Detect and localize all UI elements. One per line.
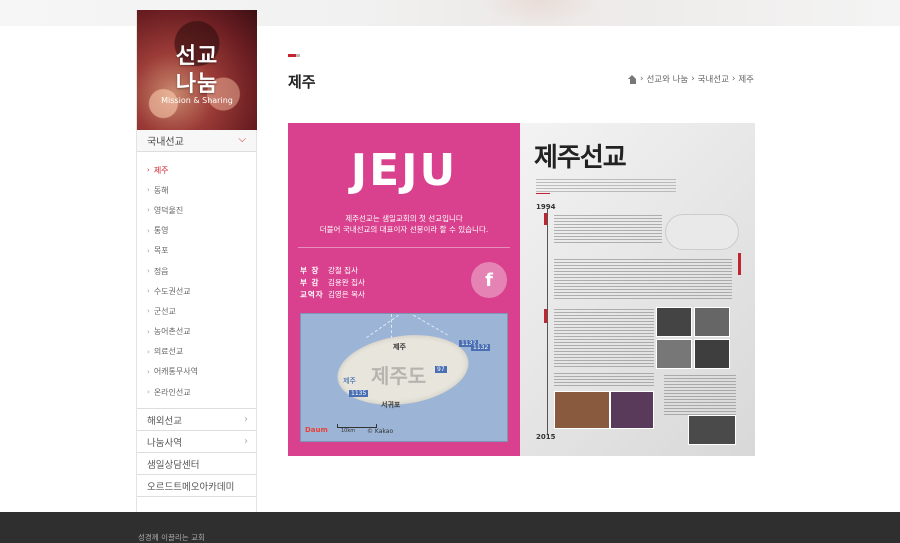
divider xyxy=(298,247,510,248)
staff-row: 교역자 김영은 목사 xyxy=(300,289,365,299)
breadcrumb-sep: › xyxy=(640,74,644,84)
staff-row: 부 장 강철 집사 xyxy=(300,265,358,275)
breadcrumb-item-domestic[interactable]: 국내선교 xyxy=(698,73,729,85)
page-title: 제주 xyxy=(288,73,316,91)
bullet-icon: › xyxy=(147,166,150,175)
road-badge: 1135 xyxy=(349,390,369,397)
bullet-icon: › xyxy=(147,226,150,235)
photo xyxy=(688,415,736,445)
hero-subtitle: Mission & Sharing xyxy=(161,96,233,105)
photo xyxy=(694,339,730,369)
facebook-icon[interactable]: f xyxy=(471,262,507,298)
map-copyright: © Kakao xyxy=(367,428,394,435)
top-band xyxy=(0,0,900,26)
bullet-icon: › xyxy=(147,307,150,316)
staff-list: 부 장 강철 집사 부 감 김용완 집사 교역자 김영은 목사 xyxy=(300,264,365,300)
map-label-north: 제주 xyxy=(393,343,406,351)
bullet-icon: › xyxy=(147,206,150,215)
section-marker xyxy=(738,253,741,275)
footer-text: 성경께 이끌리는 교회 xyxy=(138,533,205,542)
hero-image-strip xyxy=(480,0,600,26)
photo xyxy=(554,391,610,429)
submenu-item-jeju[interactable]: › 제주 xyxy=(147,160,256,180)
bullet-icon: › xyxy=(147,287,150,296)
chevron-right-icon: › xyxy=(244,414,248,426)
submenu-item-medical[interactable]: › 의료선교 xyxy=(147,342,256,362)
sidebar-section-sharing[interactable]: 나눔사역 › xyxy=(137,431,256,454)
jeju-banner: JEJU 제주선교는 샘일교회의 첫 선교입니다 더불어 국내선교의 대표이자 … xyxy=(288,123,755,456)
section-marker xyxy=(544,309,547,323)
chevron-down-icon: ⌵ xyxy=(238,134,246,145)
bullet-icon: › xyxy=(147,186,150,195)
submenu-item-rural[interactable]: › 농어촌선교 xyxy=(147,322,256,342)
text-block xyxy=(664,375,736,415)
breadcrumb-item-current: 제주 xyxy=(738,75,754,85)
map-label-south: 서귀포 xyxy=(381,401,401,409)
right-panel-title: 제주선교 xyxy=(534,143,627,173)
photo xyxy=(656,339,692,369)
accent-line xyxy=(536,193,550,194)
breadcrumb: › 선교와 나눔 › 국내선교 › 제주 xyxy=(628,73,754,85)
timeline-line xyxy=(547,209,548,435)
bullet-icon: › xyxy=(147,246,150,255)
banner-left-panel: JEJU 제주선교는 샘일교회의 첫 선교입니다 더불어 국내선교의 대표이자 … xyxy=(288,123,520,456)
text-block xyxy=(554,215,662,245)
bullet-icon: › xyxy=(147,347,150,356)
submenu-item-mokpo[interactable]: › 목포 xyxy=(147,241,256,261)
banner-big-title: JEJU xyxy=(350,145,458,196)
breadcrumb-item-mission[interactable]: 선교와 나눔 xyxy=(646,73,688,85)
road-badge: 1132 xyxy=(471,344,491,351)
staff-row: 부 감 김용완 집사 xyxy=(300,277,365,287)
text-block xyxy=(554,259,732,299)
submenu: › 제주 › 동해 › 영덕울진 › 통영 › 목포 › 정읍 › 수도권선교 › 군선교 › 농… xyxy=(137,152,256,410)
map-scale-label: 10km xyxy=(341,428,356,434)
map-label-center: 제주도 xyxy=(371,364,427,388)
photo xyxy=(610,391,654,429)
map-label-west: 제주 xyxy=(343,377,356,385)
year-end: 2015 xyxy=(536,433,556,441)
jeju-map[interactable]: 제주 제주도 서귀포 제주 1132 97 1135 1132 Daum 10k… xyxy=(300,313,508,442)
intro-text-block xyxy=(536,179,676,193)
hero-title-line2: 나눔 xyxy=(175,72,219,97)
year-start: 1994 xyxy=(536,203,556,211)
breadcrumb-sep: › xyxy=(691,74,695,84)
bullet-icon: › xyxy=(147,267,150,276)
text-block xyxy=(554,309,654,369)
submenu-item-donghae[interactable]: › 동해 xyxy=(147,180,256,200)
bullet-icon: › xyxy=(147,388,150,397)
submenu-item-online[interactable]: › 온라인선교 xyxy=(147,382,256,402)
jeju-mini-map xyxy=(666,215,738,249)
title-accent-mark xyxy=(288,54,300,57)
map-route-line xyxy=(404,314,448,336)
banner-right-panel: 제주선교 1994 2015 xyxy=(520,123,755,456)
bullet-icon: › xyxy=(147,367,150,376)
breadcrumb-sep: › xyxy=(731,74,736,84)
submenu-item-tongyeong[interactable]: › 통영 xyxy=(147,221,256,241)
daum-logo: Daum xyxy=(305,426,328,434)
text-block xyxy=(554,373,654,387)
photo xyxy=(694,307,730,337)
banner-desc-line2: 더불어 국내선교의 대표이자 선봉이라 할 수 있습니다. xyxy=(319,225,489,234)
sidebar-section-academy[interactable]: 오르드트메오아카데미 xyxy=(137,475,256,498)
photo xyxy=(656,307,692,337)
submenu-item-capital[interactable]: › 수도권선교 xyxy=(147,281,256,301)
sidebar-section-domestic[interactable]: 국내선교 ⌵ xyxy=(137,130,256,152)
footer: 성경께 이끌리는 교회 xyxy=(0,512,900,543)
road-badge: 97 xyxy=(435,366,447,373)
banner-desc-line1: 제주선교는 샘일교회의 첫 선교입니다 xyxy=(345,214,463,223)
submenu-item-ministry[interactable]: › 어캐통무사역 xyxy=(147,362,256,382)
sidebar: 선교 나눔 Mission & Sharing 국내선교 ⌵ › 제주 › 동해 ›… xyxy=(136,10,257,514)
submenu-item-jeongeup[interactable]: › 정읍 xyxy=(147,261,256,281)
sidebar-section-overseas[interactable]: 해외선교 › xyxy=(137,409,256,432)
bullet-icon: › xyxy=(147,327,150,336)
home-icon[interactable] xyxy=(628,74,637,84)
sidebar-section-counseling[interactable]: 샘일상담센터 xyxy=(137,453,256,476)
submenu-item-military[interactable]: › 군선교 xyxy=(147,301,256,321)
sidebar-section-label: 국내선교 xyxy=(147,137,184,148)
submenu-item-yeongdeok[interactable]: › 영덕울진 xyxy=(147,200,256,220)
chevron-right-icon: › xyxy=(244,436,248,448)
sidebar-hero-banner: 선교 나눔 Mission & Sharing xyxy=(137,10,257,130)
section-marker xyxy=(544,213,547,225)
